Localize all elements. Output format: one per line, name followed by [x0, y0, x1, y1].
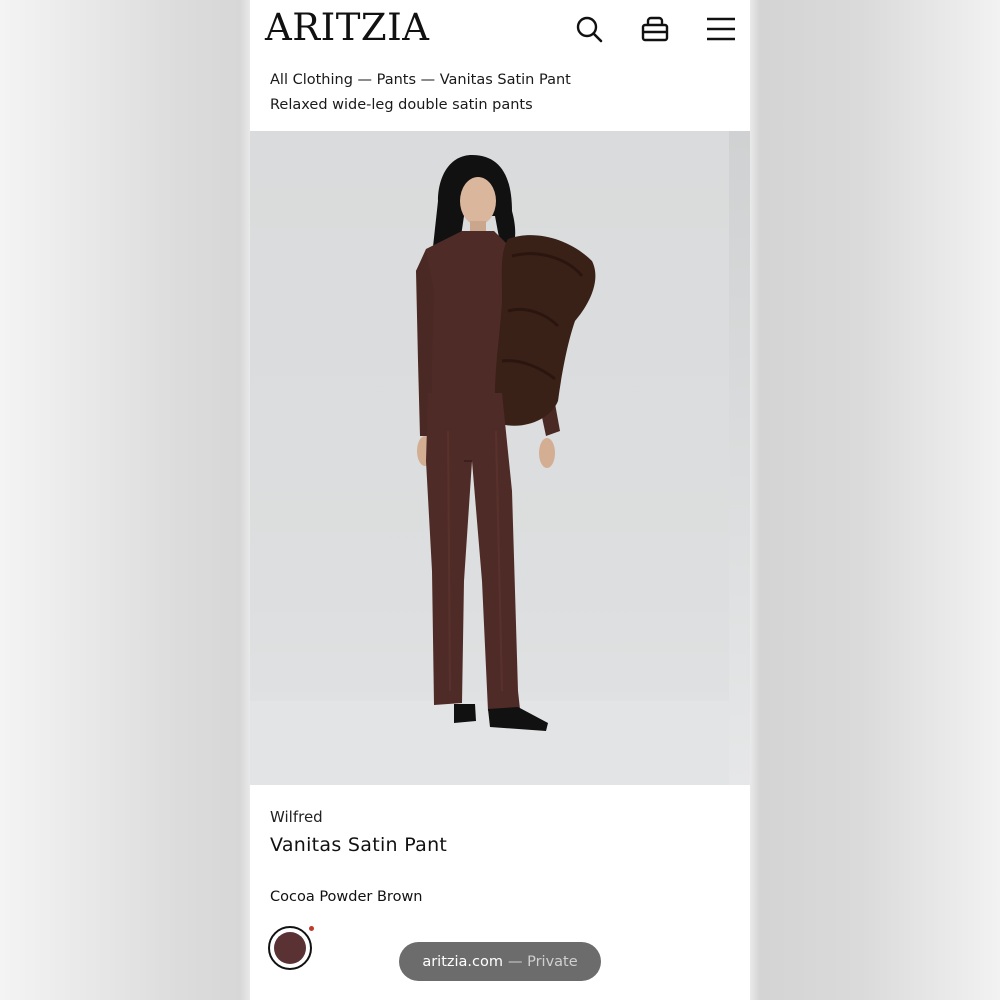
product-hero-image[interactable] [250, 131, 729, 785]
menu-icon[interactable] [706, 14, 736, 44]
aritzia-logo[interactable]: ARITZIA [265, 6, 429, 49]
next-image-peek[interactable] [729, 131, 750, 785]
product-name: Vanitas Satin Pant [270, 834, 448, 856]
mobile-page: ARITZIA All Clothing — Pants — Vanitas S… [250, 0, 750, 1000]
product-subtitle: Relaxed wide-leg double satin pants [270, 97, 533, 113]
brand-name[interactable]: Wilfred [270, 808, 323, 826]
model-illustration [250, 155, 729, 785]
top-nav: ARITZIA [250, 0, 750, 60]
private-mode-label: — Private [508, 953, 578, 970]
swatch-indicator-dot [309, 926, 314, 931]
breadcrumb[interactable]: All Clothing — Pants — Vanitas Satin Pan… [270, 72, 571, 88]
swatch-fill [274, 932, 306, 964]
search-icon[interactable] [574, 14, 604, 44]
browser-url-pill[interactable]: aritzia.com — Private [399, 942, 601, 981]
color-swatch-cocoa[interactable] [268, 926, 312, 970]
bag-icon[interactable] [640, 14, 670, 44]
url-domain: aritzia.com [422, 953, 503, 970]
color-name: Cocoa Powder Brown [270, 889, 423, 905]
